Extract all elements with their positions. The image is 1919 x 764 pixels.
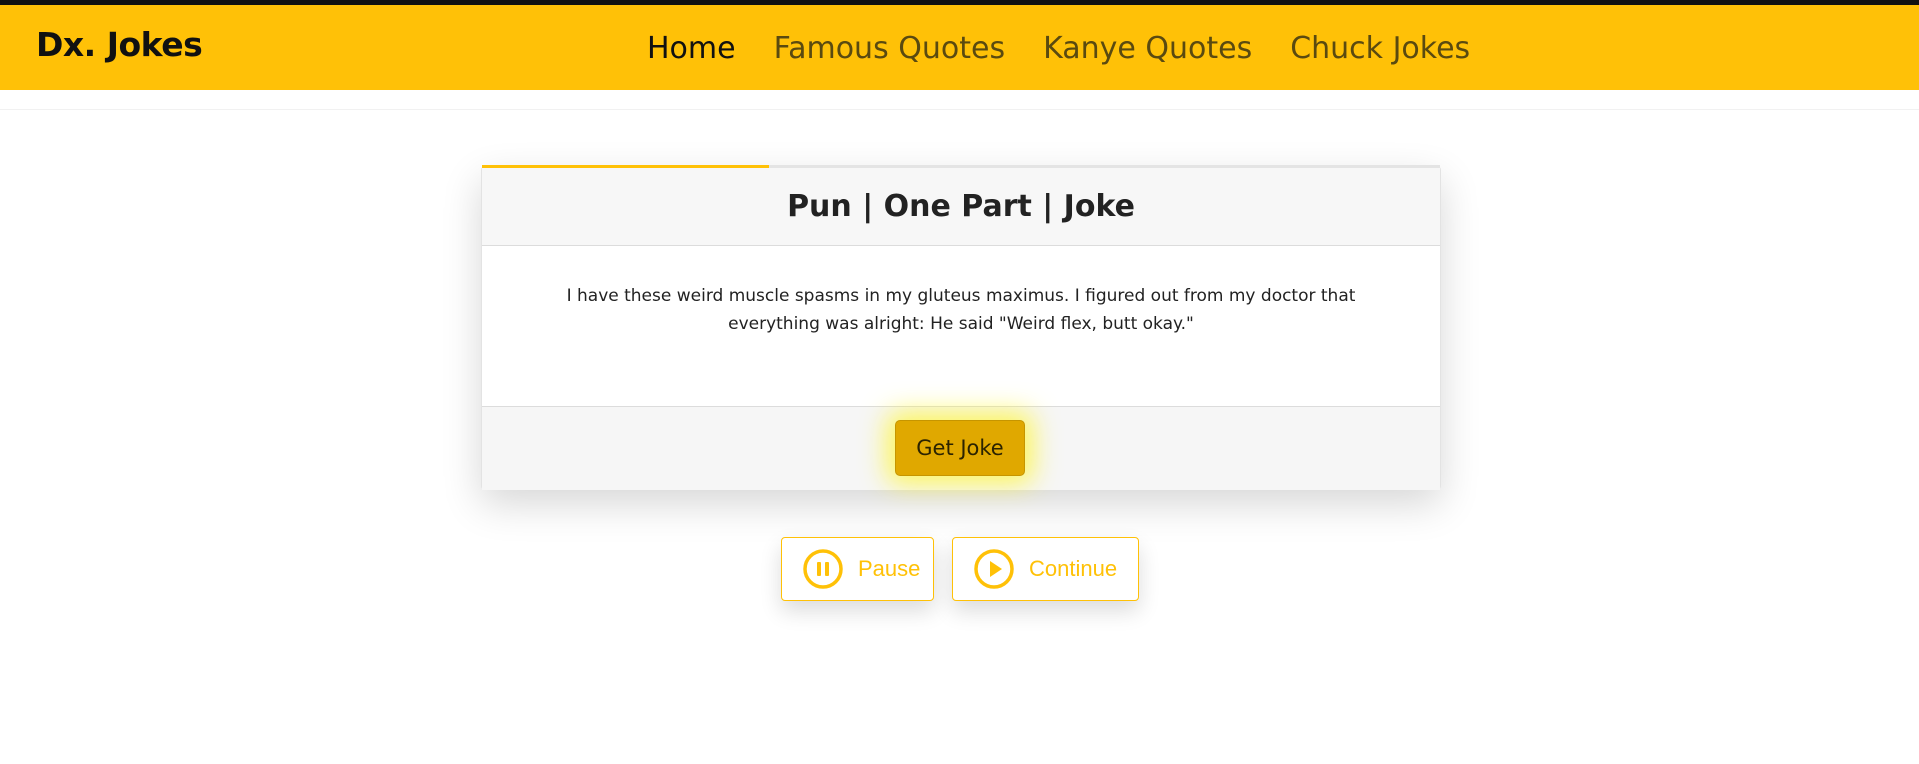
card-footer: Get Joke	[482, 406, 1440, 490]
joke-card: Pun | One Part | Joke I have these weird…	[481, 165, 1441, 490]
nav-links: Home Famous Quotes Kanye Quotes Chuck Jo…	[647, 31, 1470, 66]
continue-button[interactable]: Continue	[952, 537, 1139, 601]
card-title: Pun | One Part | Joke	[787, 188, 1135, 224]
nav-link-chuck-jokes[interactable]: Chuck Jokes	[1290, 31, 1470, 66]
nav-link-kanye-quotes[interactable]: Kanye Quotes	[1043, 31, 1252, 66]
pause-label: Pause	[858, 556, 921, 581]
brand-logo[interactable]: Dx. Jokes	[36, 25, 203, 64]
continue-label: Continue	[1029, 556, 1118, 581]
pause-button[interactable]: Pause	[781, 537, 934, 601]
nav-divider	[0, 109, 1919, 110]
card-header: Pun | One Part | Joke	[482, 167, 1440, 246]
card-body: I have these weird muscle spasms in my g…	[482, 246, 1440, 372]
nav-link-famous-quotes[interactable]: Famous Quotes	[774, 31, 1005, 66]
play-circle-icon	[973, 548, 1015, 590]
nav-link-home[interactable]: Home	[647, 31, 736, 66]
navbar: Dx. Jokes Home Famous Quotes Kanye Quote…	[0, 5, 1919, 90]
timer-progress-fill	[482, 165, 770, 168]
pause-circle-icon	[802, 548, 844, 590]
timer-progress-bar	[482, 165, 1440, 168]
get-joke-button[interactable]: Get Joke	[895, 420, 1025, 476]
joke-text: I have these weird muscle spasms in my g…	[566, 286, 1356, 334]
